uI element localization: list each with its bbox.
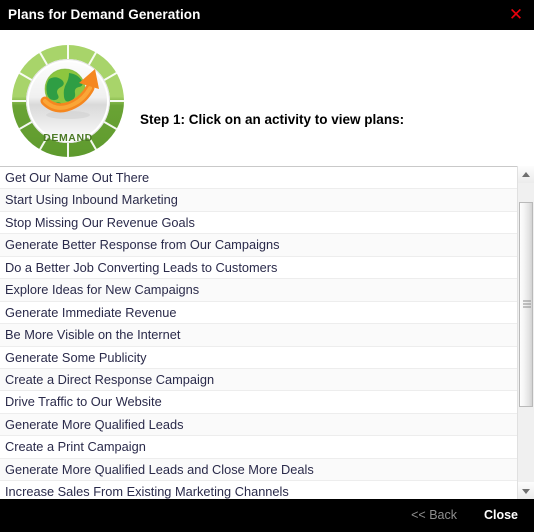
plans-dialog: Plans for Demand Generation ✕ DEMAND Ste…	[0, 0, 534, 532]
activity-list-item[interactable]: Create a Print Campaign	[0, 436, 517, 459]
activity-list-item[interactable]: Start Using Inbound Marketing	[0, 189, 517, 212]
scrollbar-thumb-grip-icon	[523, 300, 531, 309]
scroll-up-arrow-glyph	[522, 171, 530, 177]
activity-list-item[interactable]: Get Our Name Out There	[0, 167, 517, 190]
dialog-header: DEMAND Step 1: Click on an activity to v…	[0, 30, 534, 166]
activity-list-item[interactable]: Generate More Qualified Leads	[0, 413, 517, 437]
scrollbar-thumb[interactable]	[519, 202, 533, 407]
activity-list-item[interactable]: Do a Better Job Converting Leads to Cust…	[0, 256, 517, 280]
activity-list-item[interactable]: Create a Direct Response Campaign	[0, 368, 517, 392]
activity-list-item[interactable]: Generate Some Publicity	[0, 346, 517, 369]
scrollbar-track[interactable]	[518, 183, 534, 482]
activity-list-item[interactable]: Drive Traffic to Our Website	[0, 391, 517, 414]
globe-arrow-icon	[40, 68, 99, 119]
close-x-icon[interactable]: ✕	[506, 5, 526, 25]
close-button[interactable]: Close	[484, 499, 518, 532]
activity-list-region: Get Our Name Out There Start Using Inboun…	[0, 166, 534, 499]
activity-list-item[interactable]: Generate Better Response from Our Campai…	[0, 234, 517, 257]
demand-generation-logo: DEMAND	[12, 45, 124, 157]
activity-list-item[interactable]: Stop Missing Our Revenue Goals	[0, 211, 517, 235]
activity-list-scrollbar[interactable]	[517, 166, 534, 499]
activity-list: Get Our Name Out There Start Using Inboun…	[0, 167, 517, 499]
dialog-title: Plans for Demand Generation	[8, 7, 201, 22]
dialog-titlebar: Plans for Demand Generation ✕	[0, 0, 534, 30]
back-button[interactable]: << Back	[411, 499, 457, 532]
activity-list-item[interactable]: Be More Visible on the Internet	[0, 324, 517, 347]
activity-list-item[interactable]: Generate Immediate Revenue	[0, 301, 517, 325]
scroll-up-arrow-icon[interactable]	[518, 166, 534, 183]
scroll-down-arrow-glyph	[522, 488, 530, 494]
activity-list-item[interactable]: Explore Ideas for New Campaigns	[0, 279, 517, 302]
logo-label: DEMAND	[43, 132, 93, 144]
dialog-footer: << Back Close	[0, 499, 534, 532]
scroll-down-arrow-icon[interactable]	[518, 482, 534, 499]
activity-list-item[interactable]: Increase Sales From Existing Marketing C…	[0, 481, 517, 499]
step-instruction: Step 1: Click on an activity to view pla…	[140, 112, 405, 127]
activity-list-item[interactable]: Generate More Qualified Leads and Close …	[0, 458, 517, 482]
